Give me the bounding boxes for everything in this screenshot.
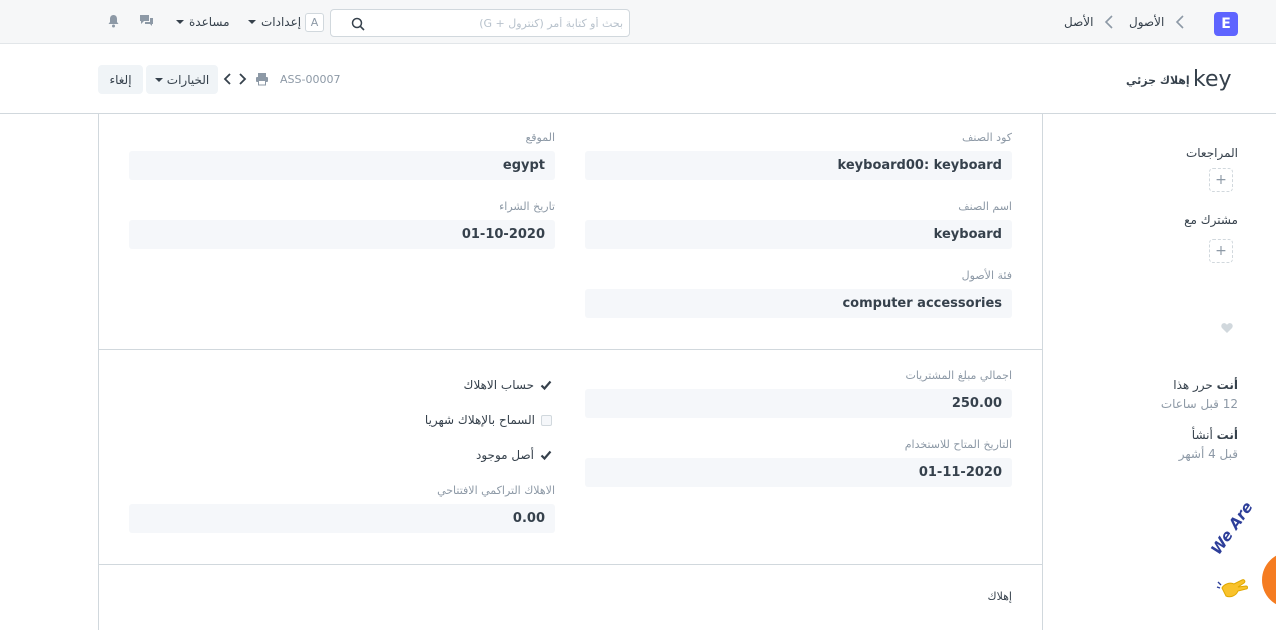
document-name: ASS-00007 [280,73,341,86]
options-button[interactable]: الخيارات [146,65,218,94]
calculate-depreciation-label: حساب الاهلاك [463,378,534,392]
settings-menu[interactable]: إعدادات [248,15,301,29]
section-divider [98,564,1043,565]
location-label: الموقع [525,131,555,144]
page-title: key [1193,67,1232,92]
purchase-date-field[interactable]: 01-10-2020 [129,220,555,249]
available-for-use-date-field[interactable]: 01-11-2020 [585,458,1012,487]
checkmark-icon [540,449,552,461]
is-existing-asset-label: أصل موجود [475,448,534,462]
page-head: key إهلاك جزئي ASS-00007 الخيارات إلغاء [0,44,1276,114]
timeline-entry-edited: أنت حرر هذا [1173,378,1238,392]
bell-icon[interactable] [107,14,121,28]
help-menu-label: مساعدة [189,15,230,29]
asset-category-label: فئة الأصول [961,269,1012,282]
form-card [98,114,1043,630]
chat-widget-button[interactable] [1262,552,1276,608]
asset-category-field[interactable]: computer accessories [585,289,1012,318]
section-divider [98,349,1043,350]
timeline-time: قبل 4 أشهر [1178,447,1238,461]
chevron-left-icon [1104,14,1114,30]
search-icon [351,17,365,31]
search-box [330,9,630,37]
location-field[interactable]: egypt [129,151,555,180]
item-name-field[interactable]: keyboard [585,220,1012,249]
options-button-label: الخيارات [166,72,210,87]
opening-accumulated-depreciation-field[interactable]: 0.00 [129,504,555,533]
caret-down-icon [154,77,163,82]
shared-with-label: مشترك مع [1184,213,1238,227]
timeline-time: 12 قبل ساعات [1160,397,1238,411]
waving-hand-icon [1216,574,1252,600]
prev-doc-icon[interactable] [222,72,236,86]
caret-down-icon [176,20,184,24]
search-input[interactable] [371,14,623,32]
depreciation-section-heading[interactable]: إهلاك [988,590,1013,603]
help-menu[interactable]: مساعدة [176,15,230,29]
gross-purchase-amount-field[interactable]: 250.00 [585,389,1012,418]
add-share-button[interactable]: + [1209,239,1233,263]
allow-monthly-depreciation-checkbox[interactable]: السماح بالإهلاك شهريا [425,413,552,427]
timeline-action: حرر هذا [1173,378,1213,392]
caret-down-icon [248,20,256,24]
cancel-button-label: إلغاء [109,72,132,87]
heart-icon[interactable] [1221,322,1233,334]
chevron-left-icon [1175,14,1185,30]
opening-accumulated-depreciation-label: الاهلاك التراكمي الافتتاحي [437,484,555,497]
checkmark-icon [540,379,552,391]
allow-monthly-depreciation-label: السماح بالإهلاك شهريا [424,413,535,427]
navbar: E الأصول الأصل A إعدادات مساعدة [0,0,1276,44]
reviews-label: المراجعات [1185,146,1238,160]
timeline-actor: أنت [1216,378,1238,392]
unchecked-box-icon [541,414,552,426]
settings-menu-label: إعدادات [261,15,302,29]
breadcrumb-assets[interactable]: الأصول [1129,15,1164,29]
item-code-label: كود الصنف [962,131,1012,144]
calculate-depreciation-checkbox[interactable]: حساب الاهلاك [464,378,552,392]
timeline-action: أنشأ [1191,428,1213,442]
cancel-button[interactable]: إلغاء [98,65,143,94]
timeline-actor: أنت [1216,428,1238,442]
item-code-field[interactable]: keyboard00: keyboard [585,151,1012,180]
breadcrumb-asset[interactable]: الأصل [1064,15,1093,29]
app-logo[interactable]: E [1214,12,1238,36]
available-for-use-date-label: التاريخ المتاح للاستخدام [904,438,1012,451]
status-indicator: إهلاك جزئي [1126,74,1190,87]
purchase-date-label: تاريخ الشراء [499,200,555,213]
timeline-entry-created: أنت أنشأ [1192,428,1238,442]
add-review-button[interactable]: + [1209,168,1233,192]
print-icon[interactable] [255,72,269,86]
next-doc-icon[interactable] [238,72,252,86]
item-name-label: اسم الصنف [958,200,1012,213]
chat-widget-text[interactable]: We Are [1207,498,1256,558]
chat-icon[interactable] [139,14,153,28]
is-existing-asset-checkbox[interactable]: أصل موجود [476,448,552,462]
user-avatar[interactable]: A [305,13,324,32]
gross-purchase-amount-label: اجمالي مبلغ المشتريات [905,369,1012,382]
